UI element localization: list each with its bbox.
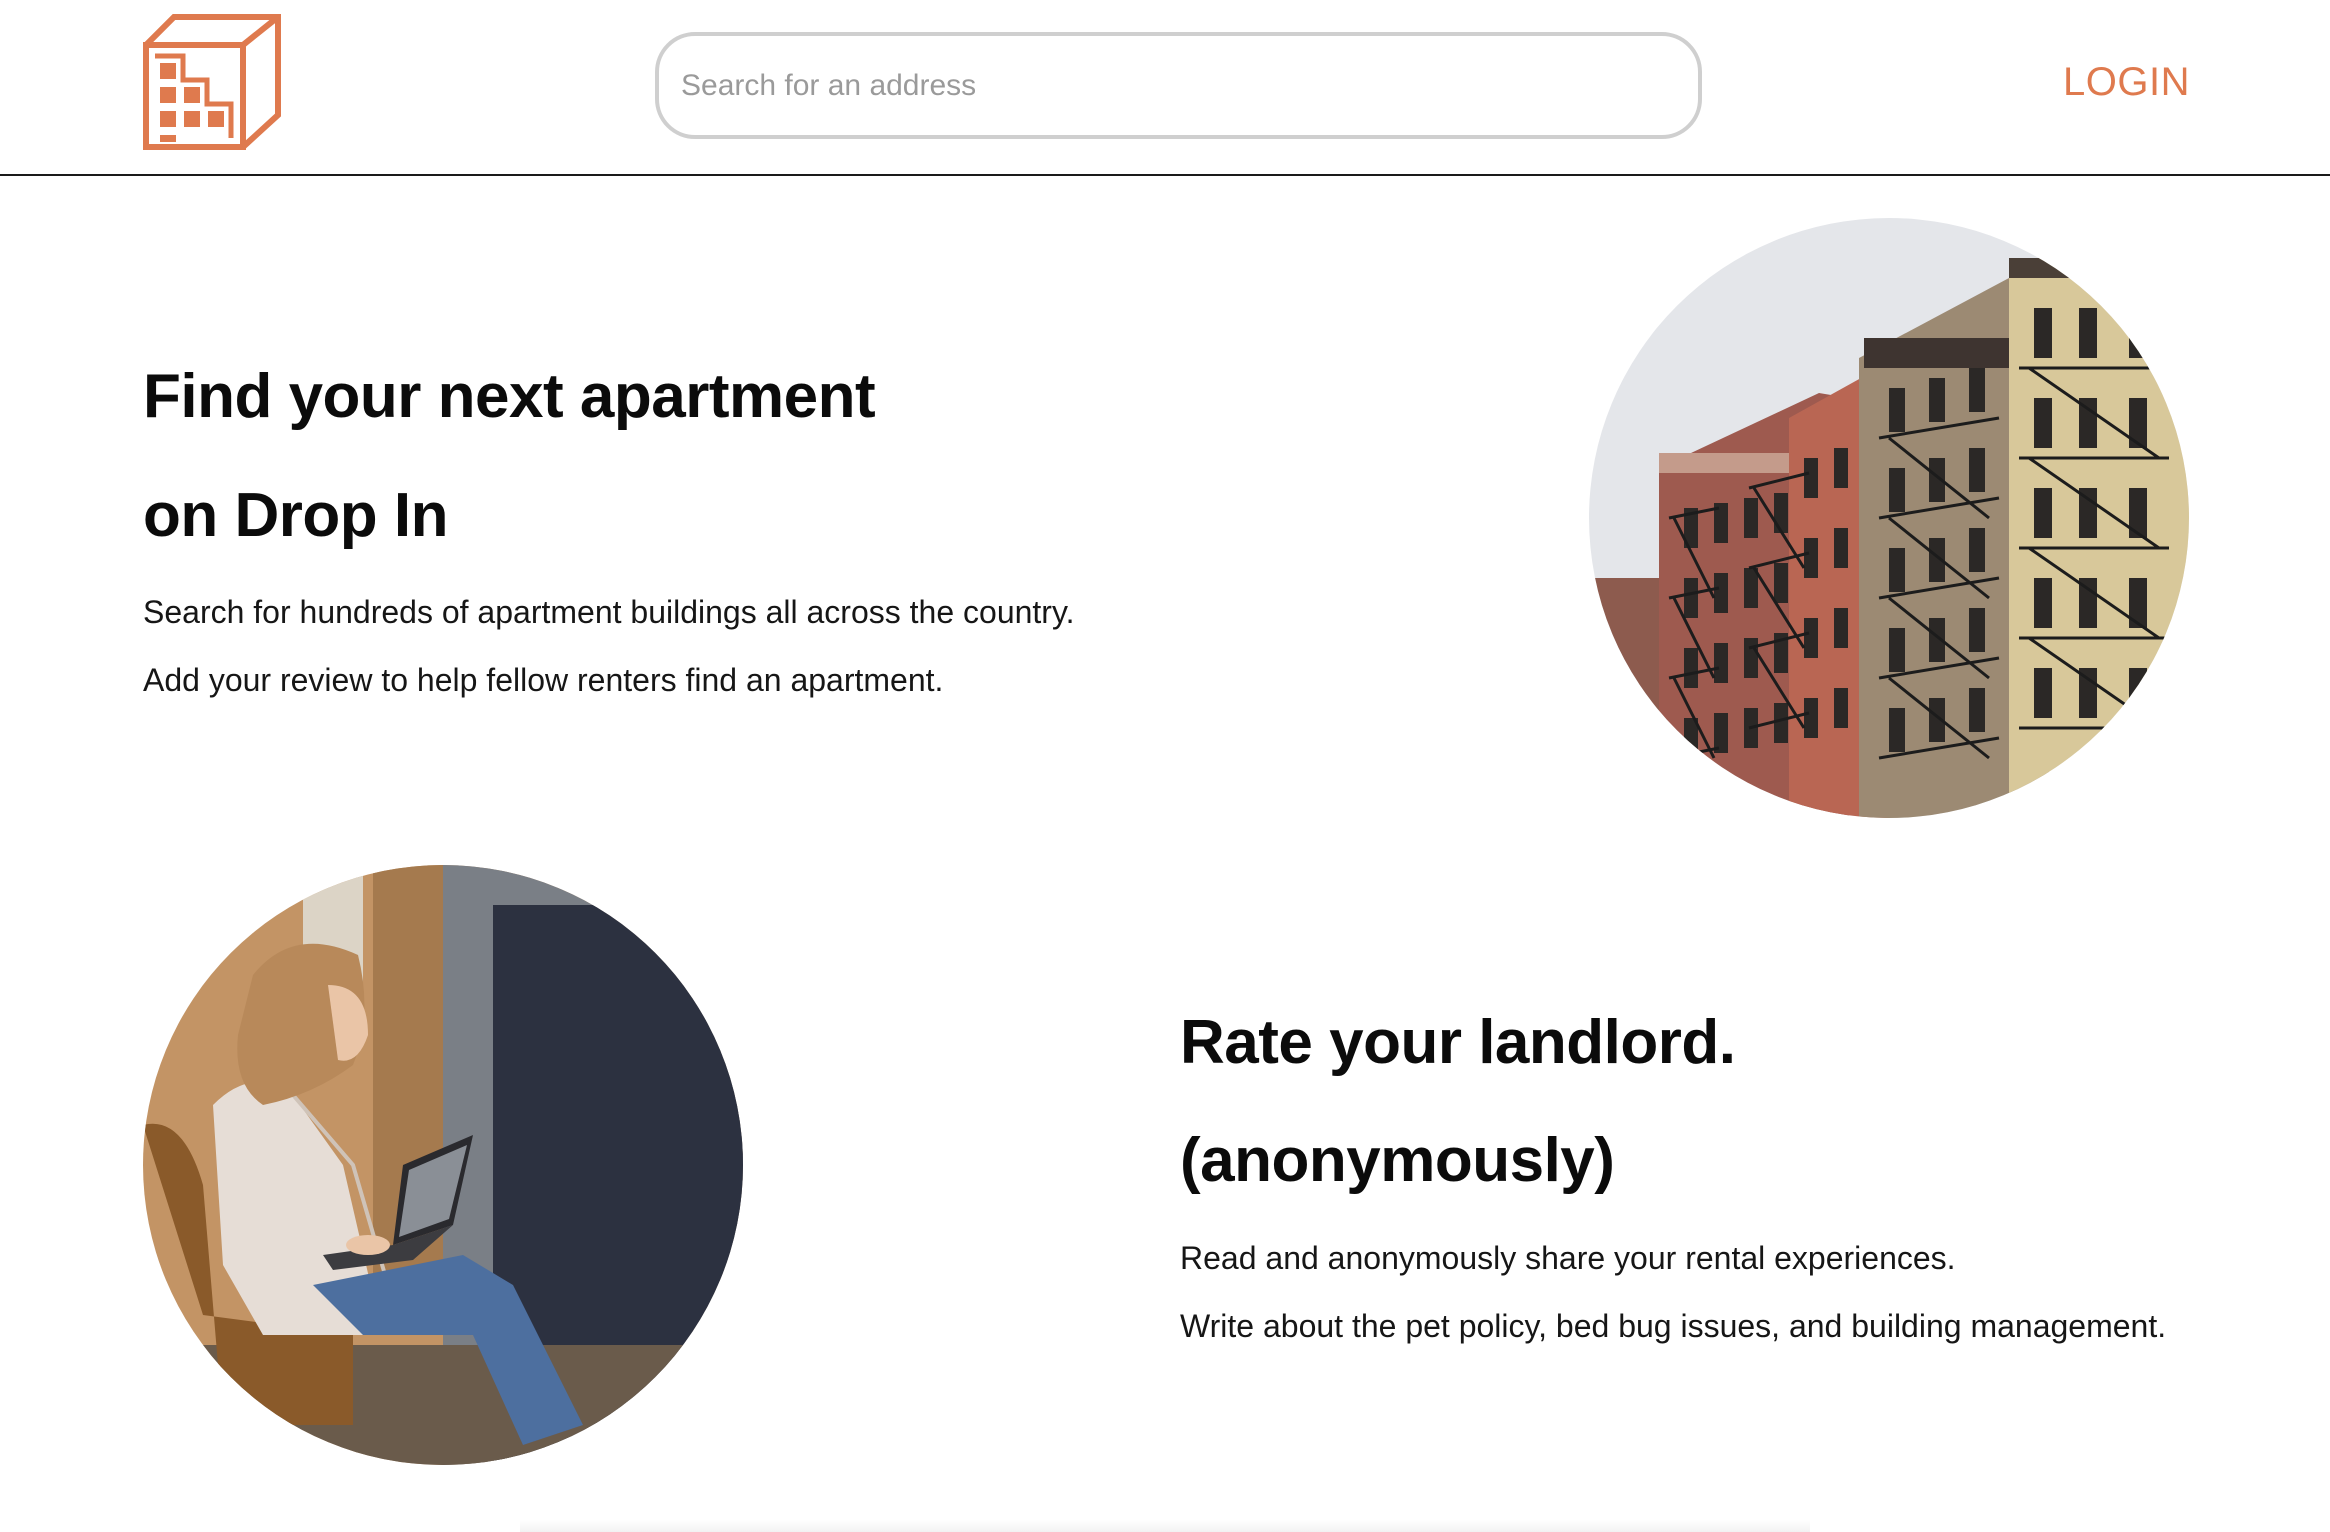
find-description-2: Add your review to help fellow renters f… (143, 662, 944, 698)
rate-title-line2: (anonymously) (1180, 1126, 1615, 1195)
apartment-buildings-photo (1589, 218, 2189, 818)
login-link[interactable]: LOGIN (2063, 60, 2190, 105)
search-input[interactable] (655, 32, 1702, 139)
building-logo-icon[interactable] (143, 14, 281, 150)
rate-title-line1: Rate your landlord. (1180, 1008, 1736, 1077)
top-nav: LOGIN (0, 0, 2330, 176)
rate-description-2: Write about the pet policy, bed bug issu… (1180, 1308, 2167, 1344)
find-title-line2: on Drop In (143, 481, 448, 550)
next-section-edge (520, 1520, 1810, 1532)
rate-description-1: Read and anonymously share your rental e… (1180, 1240, 1956, 1276)
find-description-1: Search for hundreds of apartment buildin… (143, 594, 1075, 630)
find-title-line1: Find your next apartment (143, 362, 876, 431)
woman-with-laptop-photo (143, 865, 743, 1465)
